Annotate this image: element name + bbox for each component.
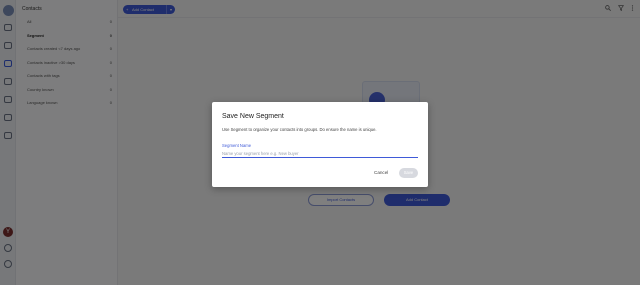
save-segment-dialog: Save New Segment Use Segment to organize… [212, 102, 428, 187]
cancel-button[interactable]: Cancel [374, 169, 388, 177]
dialog-title: Save New Segment [222, 113, 284, 120]
segment-name-input[interactable] [222, 150, 418, 158]
save-button[interactable]: Save [399, 168, 418, 178]
dialog-description: Use Segment to organize your contacts in… [222, 127, 377, 132]
segment-name-label: Segment Name [222, 143, 252, 148]
